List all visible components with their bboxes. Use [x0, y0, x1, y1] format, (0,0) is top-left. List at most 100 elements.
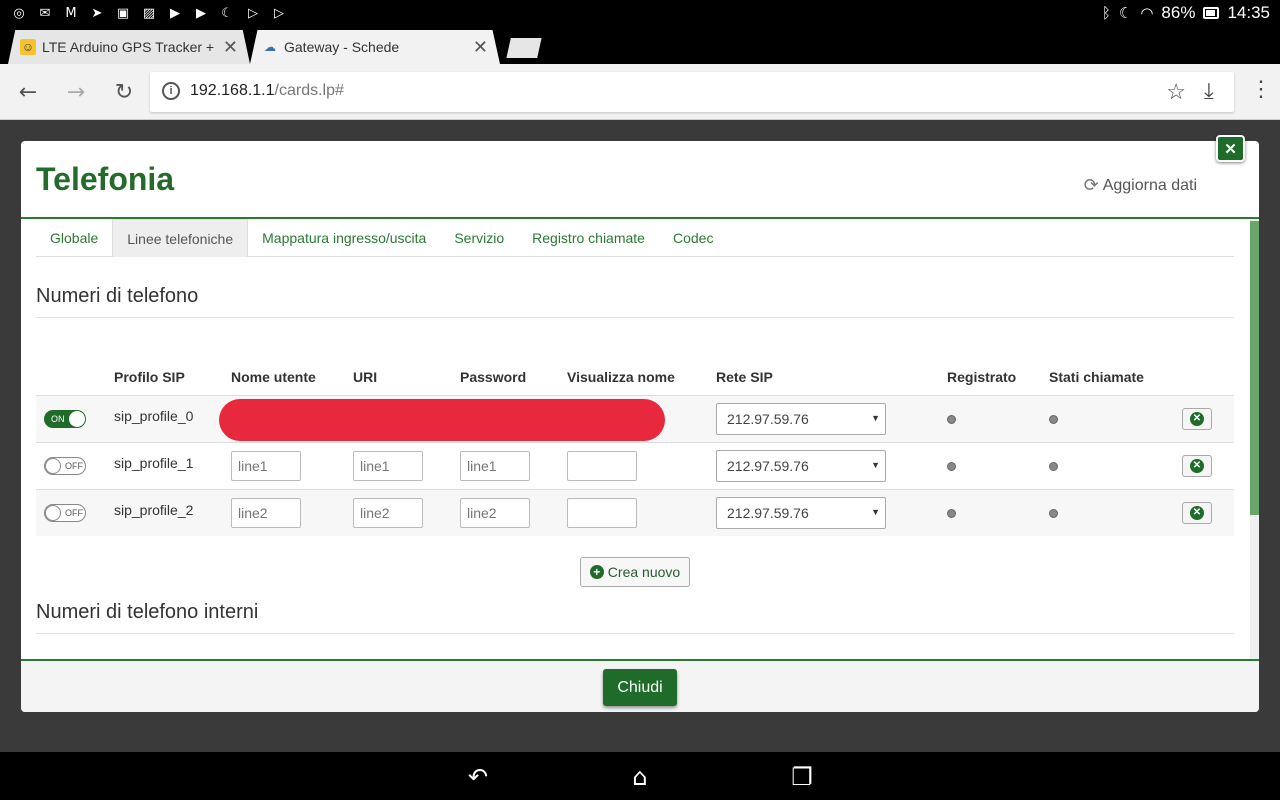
- delete-button[interactable]: ✕: [1182, 407, 1212, 430]
- tab-codec[interactable]: Codec: [659, 219, 727, 257]
- close-modal-icon[interactable]: ✕: [1216, 135, 1245, 162]
- favicon-icon: ☁: [264, 40, 276, 54]
- sip-network-select[interactable]: 212.97.59.76 ▼: [716, 496, 886, 529]
- battery-percent: 86%: [1161, 3, 1196, 22]
- home-icon[interactable]: ⌂: [625, 762, 655, 792]
- header-toggle: [36, 359, 110, 396]
- username-input[interactable]: [231, 497, 301, 528]
- wifi-icon: ◠: [1140, 4, 1154, 22]
- tab-title: Gateway - Schede: [284, 39, 400, 55]
- moon-icon: ☾: [221, 5, 233, 21]
- delete-button[interactable]: ✕: [1182, 501, 1212, 524]
- chiudi-button[interactable]: Chiudi: [603, 669, 677, 706]
- header-password: Password: [456, 359, 563, 396]
- section-title-interni: Numeri di telefono interni: [36, 601, 259, 623]
- uri-input[interactable]: [353, 450, 423, 481]
- enable-toggle[interactable]: OFF: [44, 456, 86, 475]
- header-actions: [1178, 359, 1234, 396]
- new-tab-button[interactable]: [506, 38, 542, 58]
- refresh-label: Aggiorna dati: [1102, 176, 1197, 194]
- tab-strip: ☺ LTE Arduino GPS Tracker + Io ✕ ☁ Gatew…: [0, 26, 1280, 64]
- create-new-button[interactable]: + Crea nuovo: [580, 557, 690, 587]
- browser-tab-1[interactable]: ☺ LTE Arduino GPS Tracker + Io ✕: [8, 30, 250, 64]
- refresh-button[interactable]: ⟳ Aggiorna dati: [1084, 175, 1197, 196]
- info-icon[interactable]: i: [162, 82, 180, 100]
- tab-globale[interactable]: Globale: [36, 219, 112, 257]
- back-icon[interactable]: ↶: [463, 762, 493, 792]
- youtube-icon: ▶: [170, 5, 180, 21]
- delete-icon: ✕: [1190, 458, 1204, 473]
- plus-icon: +: [589, 565, 604, 579]
- delete-icon: ✕: [1190, 505, 1204, 520]
- star-icon[interactable]: ☆: [1166, 79, 1186, 105]
- sip-network-select[interactable]: 212.97.59.76 ▼: [716, 402, 886, 435]
- header-registered: Registrato: [943, 359, 1045, 396]
- sip-lines-table: Profilo SIP Nome utente URI Password Vis…: [36, 359, 1234, 536]
- favicon-icon: ☺: [20, 39, 36, 55]
- menu-kebab-icon[interactable]: ⋮: [1250, 76, 1272, 102]
- status-right: ᛒ ☾ ◠ 86% 14:35: [1102, 3, 1270, 23]
- enable-toggle[interactable]: ON: [44, 409, 86, 428]
- delete-icon: ✕: [1190, 411, 1204, 426]
- play-store-icon-2: ▷: [274, 5, 284, 21]
- tab-mappatura[interactable]: Mappatura ingresso/uscita: [248, 219, 440, 257]
- modal-footer: Chiudi: [21, 659, 1259, 712]
- address-bar[interactable]: i 192.168.1.1/cards.lp# ☆: [150, 72, 1234, 112]
- play-store-icon: ▷: [248, 5, 258, 21]
- browser-tab-2[interactable]: ☁ Gateway - Schede ✕: [250, 30, 500, 64]
- reload-icon[interactable]: ↻: [110, 78, 138, 106]
- tab-servizio[interactable]: Servizio: [440, 219, 518, 257]
- instagram-icon: ◎: [13, 5, 25, 21]
- redaction-mark: [219, 399, 665, 441]
- header-sip-network: Rete SIP: [712, 359, 943, 396]
- header-profile: Profilo SIP: [110, 359, 227, 396]
- header-call-states: Stati chiamate: [1045, 359, 1178, 396]
- download-icon[interactable]: ⤓: [1204, 78, 1214, 104]
- divider: [36, 633, 1234, 634]
- battery-icon: [1203, 7, 1220, 19]
- header-display-name: Visualizza nome: [563, 359, 712, 396]
- telefonia-modal: Telefonia ⟳ Aggiorna dati Globale Linee …: [21, 141, 1259, 712]
- table-header-row: Profilo SIP Nome utente URI Password Vis…: [36, 359, 1234, 396]
- system-nav-bar: ↶ ⌂ ❐: [0, 752, 1280, 800]
- modal-title: Telefonia: [36, 161, 175, 197]
- modal-body: Globale Linee telefoniche Mappatura ingr…: [21, 219, 1259, 659]
- username-input[interactable]: [231, 450, 301, 481]
- create-new-label: Crea nuovo: [607, 564, 681, 580]
- messenger-icon: ✉: [39, 5, 51, 21]
- close-tab-icon[interactable]: ✕: [223, 37, 238, 58]
- telegram-icon: ➤: [91, 5, 103, 21]
- table-row: OFF sip_profile_2 212.97.59.76▼ ✕: [36, 488, 1234, 536]
- forward-arrow-icon[interactable]: →: [62, 78, 90, 106]
- profile-name: sip_profile_0: [110, 394, 227, 442]
- modal-tabs: Globale Linee telefoniche Mappatura ingr…: [36, 219, 1234, 257]
- call-status-dot: [1049, 508, 1058, 518]
- browser-toolbar: ← → ↻ i 192.168.1.1/cards.lp# ☆ ⤓ ⋮: [0, 64, 1280, 120]
- uri-input[interactable]: [353, 497, 423, 528]
- modal-header: Telefonia ⟳ Aggiorna dati: [21, 141, 1259, 219]
- tab-registro-chiamate[interactable]: Registro chiamate: [518, 219, 659, 257]
- back-arrow-icon[interactable]: ←: [14, 78, 42, 106]
- bluetooth-icon: ᛒ: [1101, 4, 1111, 22]
- section-title-numeri: Numeri di telefono: [36, 285, 199, 307]
- gmail-icon: M: [65, 5, 77, 21]
- password-input[interactable]: [460, 497, 530, 528]
- table-row: OFF sip_profile_1 212.97.59.76▼ ✕: [36, 441, 1234, 489]
- tab-linee-telefoniche[interactable]: Linee telefoniche: [112, 219, 249, 257]
- recents-icon[interactable]: ❐: [787, 762, 817, 792]
- call-status-dot: [1049, 414, 1058, 424]
- enable-toggle[interactable]: OFF: [44, 503, 86, 522]
- display-name-input[interactable]: [567, 497, 637, 528]
- delete-button[interactable]: ✕: [1182, 454, 1212, 477]
- display-name-input[interactable]: [567, 450, 637, 481]
- close-tab-icon[interactable]: ✕: [473, 37, 488, 58]
- scrollbar-thumb[interactable]: [1250, 221, 1259, 515]
- registered-status-dot: [947, 461, 956, 471]
- youtube-icon-2: ▶: [196, 5, 206, 21]
- refresh-icon: ⟳: [1083, 175, 1099, 195]
- registered-status-dot: [947, 414, 956, 424]
- sip-network-select[interactable]: 212.97.59.76 ▼: [716, 449, 886, 482]
- notification-icons: ◎ ✉ M ➤ ▣ ▨ ▶ ▶ ☾ ▷ ▷: [10, 4, 288, 22]
- password-input[interactable]: [460, 450, 530, 481]
- scrollbar[interactable]: [1250, 219, 1259, 659]
